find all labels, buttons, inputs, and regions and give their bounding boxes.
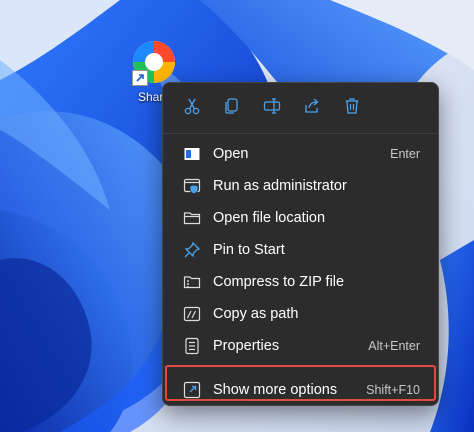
menu-item-label: Pin to Start [213, 242, 285, 258]
shortcut-arrow-icon [132, 70, 148, 86]
menu-separator [163, 133, 438, 134]
menu-item-copy-as-path[interactable]: Copy as path [167, 298, 434, 330]
cut-button[interactable] [172, 90, 212, 122]
context-menu: Open Enter Run as administrator Open fil… [162, 82, 439, 406]
menu-item-compress-zip[interactable]: Compress to ZIP file [167, 266, 434, 298]
folder-icon [181, 207, 203, 229]
rename-icon [263, 98, 281, 114]
properties-icon [181, 335, 203, 357]
share-button[interactable] [292, 90, 332, 122]
menu-item-run-as-admin[interactable]: Run as administrator [167, 170, 434, 202]
shield-icon [181, 175, 203, 197]
menu-item-label: Run as administrator [213, 178, 347, 194]
trash-icon [345, 98, 359, 114]
menu-item-shortcut: Alt+Enter [368, 339, 420, 353]
menu-separator [163, 366, 438, 367]
menu-item-label: Open file location [213, 210, 326, 226]
quick-actions-toolbar [163, 83, 438, 129]
zip-folder-icon [181, 271, 203, 293]
scissors-icon [184, 98, 200, 115]
menu-item-label: Copy as path [213, 306, 299, 322]
menu-item-show-more-options[interactable]: Show more options Shift+F10 [167, 374, 434, 406]
menu-item-open-file-location[interactable]: Open file location [167, 202, 434, 234]
app-window-icon [181, 143, 203, 165]
delete-button[interactable] [332, 90, 372, 122]
menu-item-label: Open [213, 146, 249, 162]
copy-icon [225, 98, 238, 114]
menu-item-properties[interactable]: Properties Alt+Enter [167, 330, 434, 362]
menu-item-label: Show more options [213, 382, 338, 398]
share-icon [305, 98, 319, 113]
menu-item-pin-to-start[interactable]: Pin to Start [167, 234, 434, 266]
menu-item-label: Compress to ZIP file [213, 274, 345, 290]
menu-item-open[interactable]: Open Enter [167, 138, 434, 170]
copy-button[interactable] [212, 90, 252, 122]
menu-item-shortcut: Enter [390, 147, 420, 161]
app-logo-icon [130, 38, 178, 86]
menu-item-label: Properties [213, 338, 280, 354]
copy-path-icon [181, 303, 203, 325]
menu-item-shortcut: Shift+F10 [366, 383, 420, 397]
rename-button[interactable] [252, 90, 292, 122]
expand-icon [181, 379, 203, 401]
pin-icon [181, 239, 203, 261]
